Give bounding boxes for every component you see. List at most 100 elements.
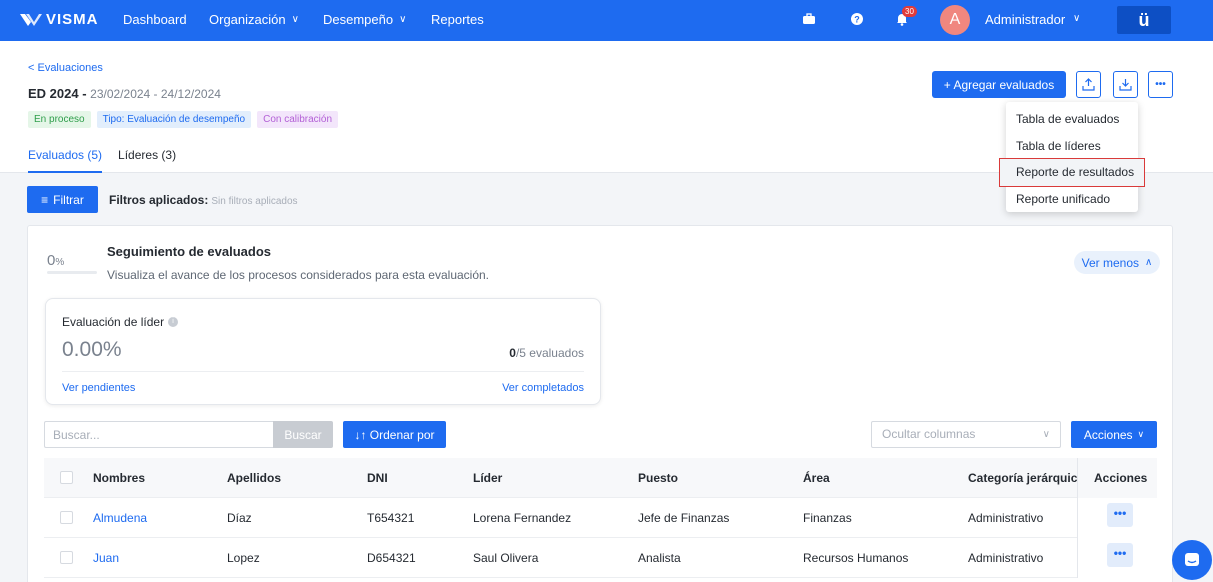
briefcase-icon[interactable] xyxy=(802,12,818,28)
column-header-area[interactable]: Área xyxy=(803,458,830,498)
bell-icon[interactable]: 30 xyxy=(895,6,917,28)
hide-columns-select[interactable]: Ocultar columnas ∨ xyxy=(871,421,1061,448)
nav-organizacion[interactable]: Organización ∨ xyxy=(209,12,299,27)
visma-logo-icon xyxy=(20,13,42,26)
applied-filters-value: Sin filtros aplicados xyxy=(211,196,298,207)
chevron-down-icon: ∨ xyxy=(399,14,407,25)
search-button[interactable]: Buscar xyxy=(273,421,333,448)
chat-icon xyxy=(1185,553,1199,566)
menu-item-reporte-resultados[interactable]: Reporte de resultados xyxy=(999,158,1145,187)
info-icon[interactable]: i xyxy=(168,317,179,327)
menu-item-tabla-lideres[interactable]: Tabla de líderes xyxy=(1006,133,1138,160)
ver-completados-link[interactable]: Ver completados xyxy=(502,382,584,394)
avatar[interactable]: A xyxy=(940,5,970,35)
tab-lideres[interactable]: Líderes (3) xyxy=(118,148,176,173)
applied-filters-label: Filtros aplicados: xyxy=(109,193,209,207)
acciones-button[interactable]: Acciones ∨ xyxy=(1071,421,1157,448)
nav-desempeno[interactable]: Desempeño ∨ xyxy=(323,12,406,27)
column-header-puesto[interactable]: Puesto xyxy=(638,458,678,498)
column-header-dni[interactable]: DNI xyxy=(367,458,388,498)
export-dropdown-menu: Tabla de evaluados Tabla de líderes Repo… xyxy=(999,102,1145,213)
row-nombres-link[interactable]: Almudena xyxy=(93,498,147,538)
column-header-lider[interactable]: Líder xyxy=(473,458,502,498)
tab-evaluados[interactable]: Evaluados (5) xyxy=(28,148,103,173)
select-all-checkbox[interactable] xyxy=(60,471,73,484)
acciones-label: Acciones xyxy=(1083,427,1133,442)
row-apellidos: Lopez xyxy=(227,551,260,565)
table-row: Juan Lopez D654321 Saul Olivera Analista… xyxy=(44,538,1157,578)
leader-eval-done: 0 xyxy=(509,346,516,360)
tracking-description: Visualiza el avance de los procesos cons… xyxy=(107,268,490,282)
tracking-title: Seguimiento de evaluados xyxy=(107,244,271,259)
row-apellidos: Díaz xyxy=(227,511,252,525)
hide-columns-placeholder: Ocultar columnas xyxy=(882,427,976,441)
sort-button[interactable]: ↓↑ Ordenar por xyxy=(343,421,446,448)
user-name[interactable]: Administrador xyxy=(985,12,1065,27)
brand-button[interactable]: ü xyxy=(1117,6,1171,34)
filter-button[interactable]: ≡ Filtrar xyxy=(27,186,98,213)
row-lider: Saul Olivera xyxy=(473,551,539,565)
page-title: ED 2024 - 23/02/2024 - 24/12/2024 xyxy=(28,86,221,101)
column-header-apellidos[interactable]: Apellidos xyxy=(227,458,281,498)
chevron-down-icon[interactable]: ∨ xyxy=(1073,13,1080,24)
chat-support-button[interactable] xyxy=(1172,540,1212,580)
tabs: Evaluados (5) Líderes (3) xyxy=(28,148,192,173)
column-header-nombres[interactable]: Nombres xyxy=(93,458,145,498)
row-actions-button[interactable]: ••• xyxy=(1107,543,1133,567)
leader-eval-title: Evaluación de líder i xyxy=(62,315,179,329)
more-options-button[interactable]: ••• xyxy=(1148,71,1173,98)
nav-reportes[interactable]: Reportes xyxy=(431,12,484,27)
leader-evaluation-box: Evaluación de líder i 0.00% 0/5 evaluado… xyxy=(45,298,601,405)
column-header-categoria[interactable]: Categoría jerárquica xyxy=(968,458,1084,498)
leader-eval-percent: 0.00% xyxy=(62,338,122,361)
tracking-percent-unit: % xyxy=(55,257,65,268)
menu-item-reporte-unificado[interactable]: Reporte unificado xyxy=(1006,186,1138,213)
divider xyxy=(62,371,584,372)
back-link[interactable]: < Evaluaciones xyxy=(28,62,103,74)
tracking-progress-bar xyxy=(47,271,97,274)
upload-button[interactable] xyxy=(1076,71,1101,98)
row-categoria: Administrativo xyxy=(968,511,1044,525)
logo-text: VISMA xyxy=(46,11,99,28)
nav-desempeno-label: Desempeño xyxy=(323,12,394,27)
menu-item-tabla-evaluados[interactable]: Tabla de evaluados xyxy=(1006,106,1138,133)
ver-pendientes-link[interactable]: Ver pendientes xyxy=(62,382,135,394)
row-puesto: Jefe de Finanzas xyxy=(638,511,730,525)
row-dni: D654321 xyxy=(367,551,416,565)
upload-icon xyxy=(1082,78,1095,91)
toggle-label: Ver menos xyxy=(1081,255,1140,270)
applied-filters: Filtros aplicados: Sin filtros aplicados xyxy=(109,193,298,207)
toggle-ver-menos-button[interactable]: Ver menos ∧ xyxy=(1074,251,1160,274)
eval-dates: 23/02/2024 - 24/12/2024 xyxy=(90,87,221,101)
visma-logo[interactable]: VISMA xyxy=(20,11,99,28)
help-icon[interactable]: ? xyxy=(850,12,866,28)
calibration-badge: Con calibración xyxy=(257,111,339,128)
chevron-up-icon: ∧ xyxy=(1145,257,1153,268)
column-header-acciones: Acciones xyxy=(1094,471,1148,485)
row-actions-button[interactable]: ••• xyxy=(1107,503,1133,527)
table-header: Nombres Apellidos DNI Líder Puesto Área … xyxy=(44,458,1157,498)
row-area: Recursos Humanos xyxy=(803,551,909,565)
search-input[interactable] xyxy=(44,421,273,448)
row-checkbox[interactable] xyxy=(60,551,73,564)
row-categoria: Administrativo xyxy=(968,551,1044,565)
leader-eval-total: /5 evaluados xyxy=(515,346,584,360)
nav-organizacion-label: Organización xyxy=(209,12,286,27)
chevron-down-icon: ∨ xyxy=(1042,429,1050,440)
download-icon xyxy=(1119,79,1132,91)
download-button[interactable] xyxy=(1113,71,1138,98)
top-navbar: VISMA Dashboard Organización ∨ Desempeño ∨… xyxy=(0,0,1213,41)
row-nombres-link[interactable]: Juan xyxy=(93,538,119,578)
chevron-down-icon: ∨ xyxy=(1137,429,1145,439)
status-badge: En proceso xyxy=(28,111,91,128)
filter-icon: ≡ xyxy=(41,192,49,207)
add-evaluados-button[interactable]: + Agregar evaluados xyxy=(932,71,1066,98)
nav-dashboard-label: Dashboard xyxy=(123,12,187,27)
type-badge: Tipo: Evaluación de desempeño xyxy=(96,111,252,128)
table-row: Almudena Díaz T654321 Lorena Fernandez J… xyxy=(44,498,1157,538)
row-checkbox[interactable] xyxy=(60,511,73,524)
row-puesto: Analista xyxy=(638,551,681,565)
nav-reportes-label: Reportes xyxy=(431,12,484,27)
leader-eval-count: 0/5 evaluados xyxy=(509,346,584,360)
nav-dashboard[interactable]: Dashboard xyxy=(123,12,187,27)
